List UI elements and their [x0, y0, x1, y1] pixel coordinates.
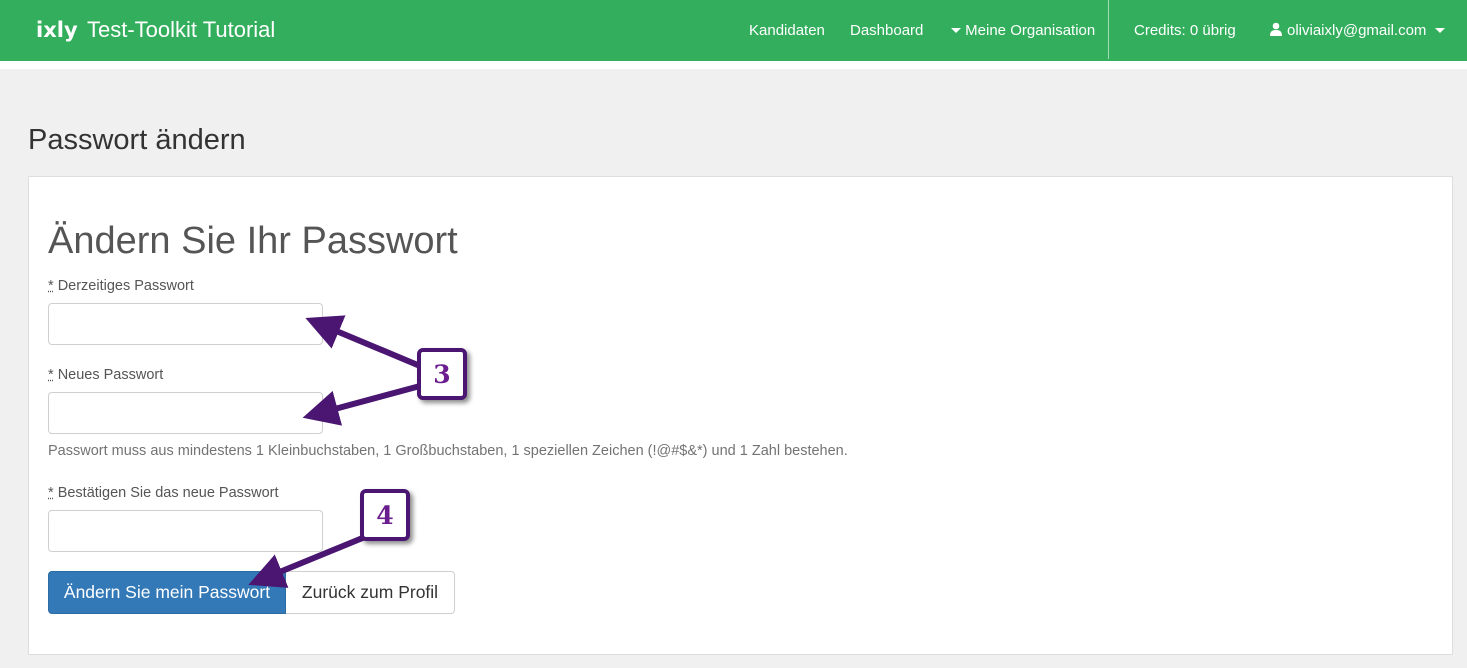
- nav-link-dashboard[interactable]: Dashboard: [850, 22, 923, 39]
- app-title[interactable]: Test-Toolkit Tutorial: [87, 17, 275, 43]
- annotation-badge-step-3: 3: [417, 348, 467, 400]
- form-heading: Ändern Sie Ihr Passwort: [48, 220, 458, 262]
- current-password-label: * Derzeitiges Passwort: [48, 278, 194, 294]
- confirm-password-input[interactable]: [48, 510, 323, 552]
- password-requirements-help: Passwort muss aus mindestens 1 Kleinbuch…: [48, 443, 848, 459]
- change-password-button[interactable]: Ändern Sie mein Passwort: [48, 571, 286, 614]
- user-icon: [1270, 22, 1282, 36]
- required-marker: *: [48, 367, 54, 383]
- credits-indicator[interactable]: Credits: 0 übrig: [1134, 22, 1236, 39]
- confirm-password-label-text: Bestätigen Sie das neue Passwort: [57, 485, 279, 501]
- chevron-down-icon: [951, 27, 961, 33]
- top-navbar: ixly Test-Toolkit Tutorial Kandidaten Da…: [0, 0, 1467, 61]
- back-to-profile-button[interactable]: Zurück zum Profil: [286, 571, 455, 614]
- navbar-underline: [0, 61, 1467, 69]
- new-password-input[interactable]: [48, 392, 323, 434]
- chevron-down-icon: [1434, 27, 1445, 33]
- nav-organisation-label: Meine Organisation: [965, 22, 1096, 39]
- nav-divider: [1108, 0, 1109, 59]
- current-password-label-text: Derzeitiges Passwort: [57, 278, 194, 294]
- nav-dropdown-organisation[interactable]: Meine Organisation: [951, 22, 1095, 39]
- page-title: Passwort ändern: [28, 124, 246, 156]
- required-marker: *: [48, 485, 54, 501]
- new-password-label: * Neues Passwort: [48, 367, 163, 383]
- current-password-input[interactable]: [48, 303, 323, 345]
- new-password-label-text: Neues Passwort: [57, 367, 164, 383]
- confirm-password-label: * Bestätigen Sie das neue Passwort: [48, 485, 279, 501]
- required-marker: *: [48, 278, 54, 294]
- annotation-badge-step-4: 4: [360, 489, 410, 541]
- change-password-panel: Ändern Sie Ihr Passwort * Derzeitiges Pa…: [28, 176, 1453, 655]
- nav-link-kandidaten[interactable]: Kandidaten: [749, 22, 825, 39]
- user-email: oliviaixly@gmail.com: [1287, 22, 1427, 39]
- user-menu-dropdown[interactable]: oliviaixly@gmail.com: [1269, 22, 1445, 39]
- brand-logo[interactable]: ixly: [36, 18, 78, 42]
